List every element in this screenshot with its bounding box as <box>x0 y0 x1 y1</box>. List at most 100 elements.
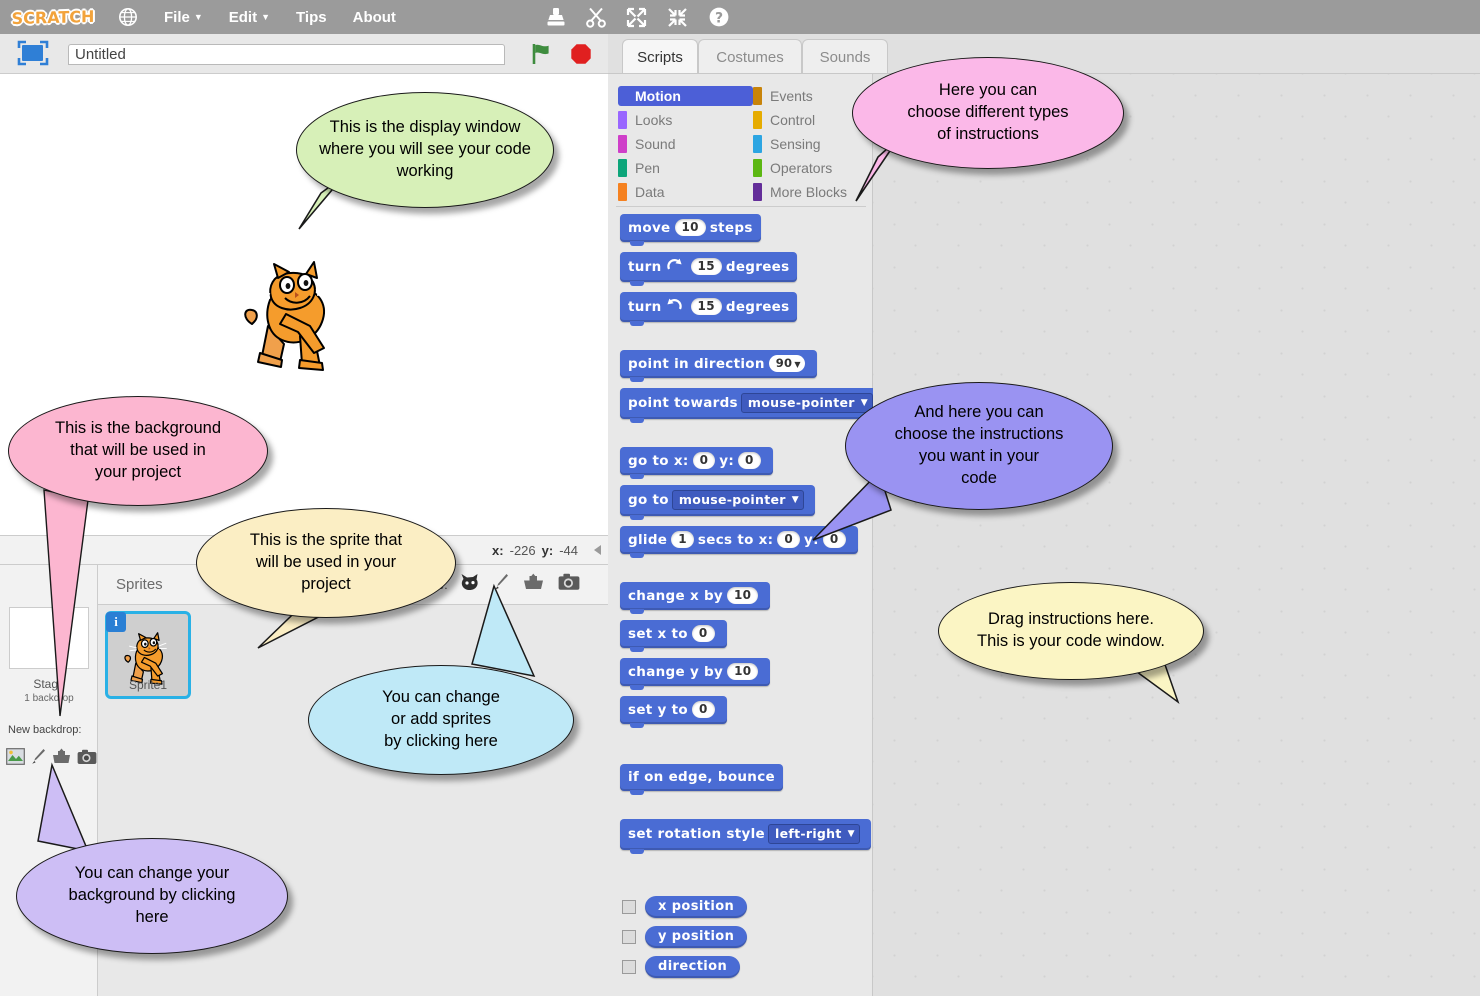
block-go-to-target[interactable]: go to mouse-pointer ▼ <box>620 485 815 520</box>
callout-line: Here you can <box>938 81 1038 100</box>
tab-scripts[interactable]: Scripts <box>622 39 698 74</box>
menu-edit[interactable]: Edit ▼ <box>229 9 270 26</box>
chevron-down-icon: ▼ <box>791 494 799 505</box>
callout-line: This is the sprite that <box>249 531 403 550</box>
block-input-secs[interactable]: 1 <box>671 531 694 548</box>
block-if-on-edge-bounce[interactable]: if on edge, bounce <box>620 764 783 795</box>
menu-tips[interactable]: Tips <box>296 9 327 26</box>
callout-line: of instructions <box>937 124 1039 143</box>
chevron-down-icon: ▼ <box>847 828 855 839</box>
block-label: point towards <box>628 395 738 411</box>
stop-sign-icon[interactable] <box>568 41 594 72</box>
category-label: More Blocks <box>770 184 848 200</box>
category-events[interactable]: Events <box>753 86 866 106</box>
category-sound[interactable]: Sound <box>618 134 753 154</box>
block-input-y[interactable]: 0 <box>691 701 715 718</box>
block-turn-counterclockwise[interactable]: turn 15 degrees <box>620 292 798 326</box>
callout-bubble: You can change or add sprites by clickin… <box>308 665 574 775</box>
block-input-y[interactable]: 0 <box>738 452 761 469</box>
block-dropdown-direction[interactable]: 90 ▼ <box>768 355 805 372</box>
block-turn-clockwise[interactable]: turn 15 degrees <box>620 252 798 286</box>
block-row: set x to 0 <box>608 620 872 652</box>
callout-line: You can change your <box>74 864 230 883</box>
reporter-direction[interactable]: direction <box>645 956 741 978</box>
shrink-icon[interactable] <box>667 7 688 28</box>
reporter-x-position[interactable]: x position <box>645 896 748 918</box>
chevron-down-icon: ▼ <box>794 360 801 369</box>
dropdown-value: left-right <box>774 826 842 841</box>
menu-about[interactable]: About <box>353 9 396 26</box>
callout-line: where you will see your code <box>319 140 531 159</box>
block-change-x-by[interactable]: change x by 10 <box>620 582 771 614</box>
callout-bubble: You can change your background by clicki… <box>16 838 288 954</box>
block-input-dx[interactable]: 10 <box>727 587 759 604</box>
reporter-checkbox-x-position[interactable] <box>622 900 636 914</box>
scratch-logo[interactable]: SCRATCH <box>10 4 96 30</box>
scratch-editor-window: SCRATCH File ▼ Edit ▼ Tips About ? Untit… <box>0 0 1480 996</box>
category-label: Events <box>770 88 813 104</box>
block-input-degrees[interactable]: 15 <box>690 298 722 315</box>
block-move-steps[interactable]: move 10 steps <box>620 214 761 246</box>
block-set-y-to[interactable]: set y to 0 <box>620 696 727 728</box>
block-label: set x to <box>628 625 688 642</box>
callout-bubble: And here you can choose the instructions… <box>845 382 1113 510</box>
block-row: point towards mouse-pointer ▼ <box>608 388 884 423</box>
block-input-x[interactable]: 0 <box>692 452 716 469</box>
help-question-icon[interactable]: ? <box>708 6 730 28</box>
block-label: turn <box>628 298 662 315</box>
green-flag-icon[interactable] <box>529 41 555 72</box>
block-change-y-by[interactable]: change y by 10 <box>620 658 771 690</box>
chevron-down-icon: ▼ <box>193 11 203 22</box>
callout-line: This is your code window. <box>976 632 1165 650</box>
block-label: degrees <box>725 258 790 275</box>
project-title-input[interactable] <box>68 44 505 65</box>
block-input-x[interactable]: 0 <box>691 625 715 642</box>
category-color-swatch <box>753 135 762 153</box>
category-control[interactable]: Control <box>753 110 866 130</box>
grow-icon[interactable] <box>626 7 647 28</box>
collapse-panel-arrow-icon[interactable] <box>591 543 605 560</box>
block-dropdown-target[interactable]: mouse-pointer ▼ <box>671 490 804 510</box>
block-input-dy[interactable]: 10 <box>727 663 759 680</box>
block-row: change x by 10 <box>608 582 872 614</box>
callout-bubble: This is the display window where you wil… <box>296 92 554 208</box>
category-motion[interactable]: Motion <box>618 86 753 106</box>
block-dropdown-rotation-style[interactable]: left-right ▼ <box>767 824 860 844</box>
callout-line: here <box>135 907 169 926</box>
block-input-steps[interactable]: 10 <box>674 219 706 236</box>
editor-right-panel: Scripts Costumes Sounds Motion Events Lo… <box>608 34 1480 996</box>
reporter-row: y position <box>622 926 872 948</box>
block-set-x-to[interactable]: set x to 0 <box>620 620 727 652</box>
reporter-y-position[interactable]: y position <box>645 926 748 948</box>
category-color-swatch <box>618 159 627 177</box>
block-go-to-xy[interactable]: go to x: 0 y: 0 <box>620 447 773 479</box>
reporter-checkbox-y-position[interactable] <box>622 930 636 944</box>
backdrop-library-icon[interactable] <box>6 748 25 770</box>
block-point-in-direction[interactable]: point in direction 90 ▼ <box>620 350 817 382</box>
block-input-degrees[interactable]: 15 <box>690 258 722 275</box>
callout-change-background: You can change your background by clicki… <box>16 762 288 954</box>
coord-x-value: -226 <box>509 542 536 558</box>
block-row: turn 15 degrees <box>608 252 872 286</box>
block-label: go to <box>628 492 669 508</box>
block-row: set y to 0 <box>608 696 872 728</box>
tab-costumes[interactable]: Costumes <box>698 39 802 74</box>
globe-icon[interactable] <box>118 7 138 27</box>
category-looks[interactable]: Looks <box>618 110 753 130</box>
callout-line: or add sprites <box>391 710 491 729</box>
menu-file[interactable]: File ▼ <box>164 9 203 26</box>
stamp-duplicate-icon[interactable] <box>546 7 566 28</box>
callout-bubble: Drag instructions here. This is your cod… <box>938 582 1204 680</box>
block-set-rotation-style[interactable]: set rotation style left-right ▼ <box>620 819 871 854</box>
scripts-code-canvas[interactable] <box>873 73 1480 996</box>
category-data[interactable]: Data <box>618 182 753 202</box>
block-label: secs to x: <box>697 531 774 548</box>
presentation-mode-icon[interactable] <box>16 39 50 69</box>
block-input-x[interactable]: 0 <box>777 531 801 548</box>
category-pen[interactable]: Pen <box>618 158 753 178</box>
stage-cat-sprite[interactable] <box>240 252 360 379</box>
menu-about-label: About <box>352 8 396 26</box>
scissors-delete-icon[interactable] <box>586 7 606 28</box>
callout-line: you want in your <box>918 447 1040 465</box>
reporter-checkbox-direction[interactable] <box>622 960 636 974</box>
